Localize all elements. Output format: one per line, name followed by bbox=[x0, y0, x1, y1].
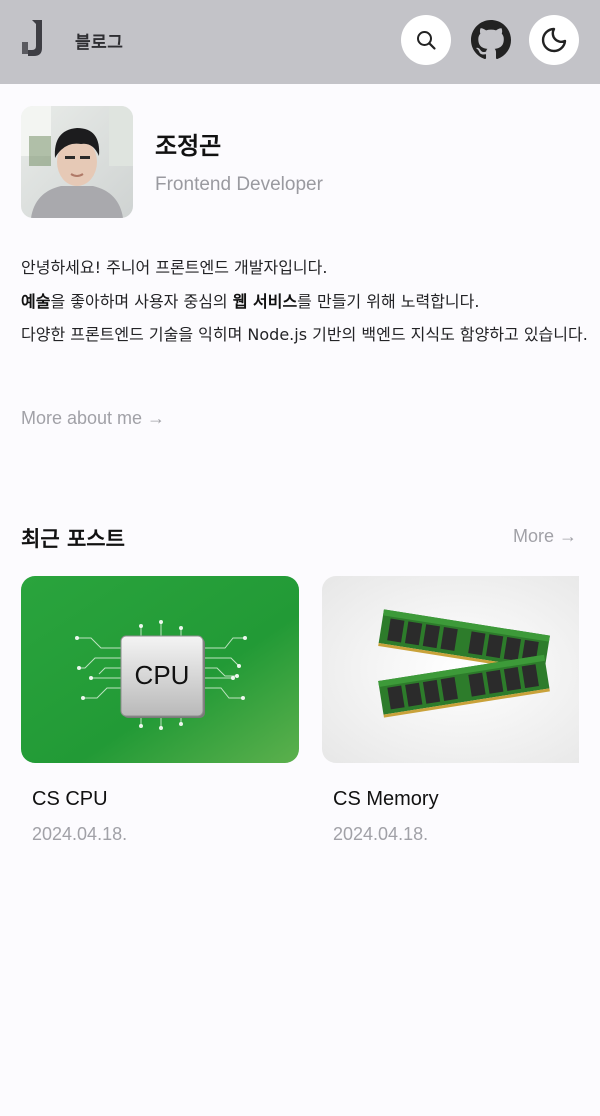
search-icon bbox=[417, 31, 436, 50]
intro-bold-web: 웹 서비스 bbox=[232, 291, 298, 311]
post-thumbnail-cpu: CPU bbox=[21, 576, 299, 763]
post-card-memory[interactable]: CS Memory 2024.04.18. bbox=[322, 576, 579, 844]
github-icon bbox=[471, 20, 511, 60]
intro-line-2-mid: 을 좋아하며 사용자 중심의 bbox=[50, 291, 233, 311]
profile-role: Frontend Developer bbox=[155, 174, 323, 195]
more-posts-link[interactable]: More → bbox=[513, 526, 577, 547]
intro-line-2: 예술을 좋아하며 사용자 중심의 웹 서비스를 만들기 위해 노력합니다. bbox=[21, 285, 591, 319]
post-date: 2024.04.18. bbox=[333, 824, 429, 844]
blog-link[interactable]: 블로그 bbox=[75, 28, 123, 53]
recent-posts-title: 최근 포스트 bbox=[21, 527, 125, 551]
post-thumbnail-memory bbox=[322, 576, 579, 763]
intro-line-2-end: 를 만들기 위해 노력합니다. bbox=[297, 291, 480, 311]
profile-name: 조정곤 bbox=[155, 132, 222, 160]
intro-line-1: 안녕하세요! 주니어 프론트엔드 개발자입니다. bbox=[21, 258, 328, 277]
profile-photo bbox=[21, 106, 133, 218]
search-button[interactable] bbox=[401, 15, 451, 65]
moon-icon bbox=[541, 27, 567, 53]
thumb-cpu-label: CPU bbox=[135, 660, 190, 690]
post-title: CS Memory bbox=[333, 788, 439, 810]
intro-bold-art: 예술 bbox=[21, 291, 51, 311]
theme-toggle-button[interactable] bbox=[529, 15, 579, 65]
more-about-me-link[interactable]: More about me → bbox=[21, 408, 165, 429]
github-button[interactable] bbox=[466, 15, 516, 65]
post-title: CS CPU bbox=[32, 788, 108, 810]
intro-line-3: 다양한 프론트엔드 기술을 익히며 Node.js 기반의 백엔드 지식도 함양… bbox=[21, 325, 588, 344]
post-list: CPU CS CPU 2024.04.18. CS Memory 2024.04… bbox=[21, 576, 579, 876]
post-card-cpu[interactable]: CPU CS CPU 2024.04.18. bbox=[21, 576, 299, 844]
header: 블로그 bbox=[0, 0, 600, 84]
logo-icon[interactable] bbox=[18, 18, 46, 58]
intro-text: 안녕하세요! 주니어 프론트엔드 개발자입니다. 예술을 좋아하며 사용자 중심… bbox=[21, 251, 591, 352]
post-date: 2024.04.18. bbox=[32, 824, 128, 844]
